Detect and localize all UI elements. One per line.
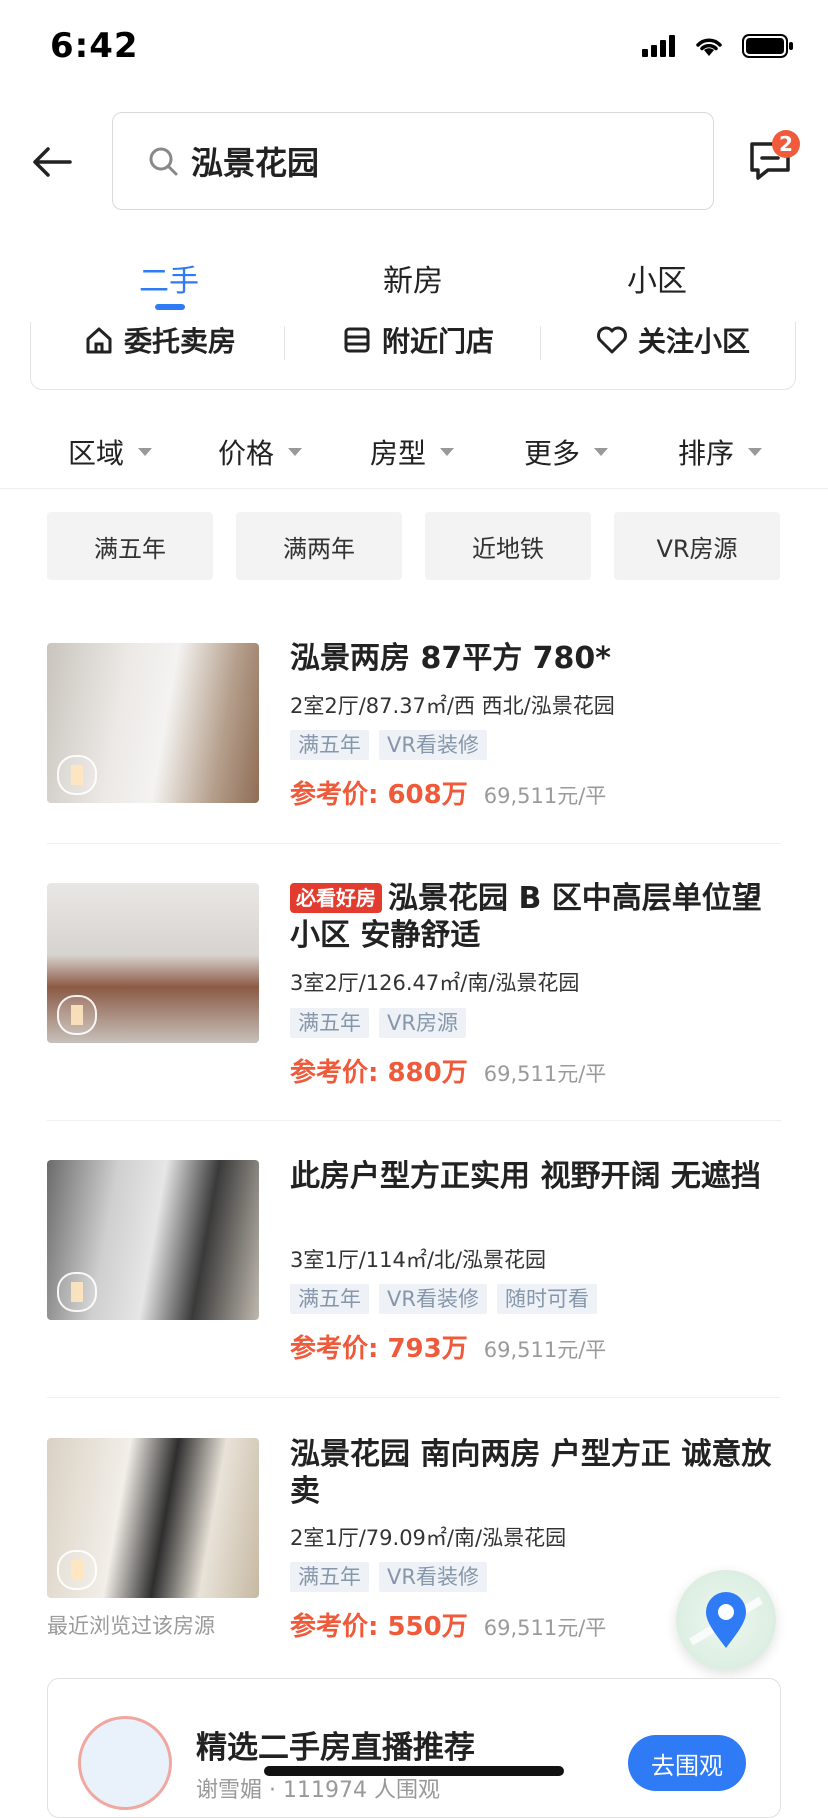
tag: 满五年 bbox=[290, 1284, 369, 1314]
tag: 满五年 bbox=[290, 730, 369, 760]
entrust-sell-button[interactable]: 委托卖房 bbox=[84, 322, 236, 358]
listing-price: 参考价: 550万 69,511元/平 bbox=[290, 1606, 606, 1643]
filter-sort[interactable]: 排序 bbox=[678, 432, 763, 472]
listing-photo[interactable] bbox=[47, 1438, 259, 1598]
chevron-down-icon bbox=[288, 448, 303, 456]
live-title: 精选二手房直播推荐 bbox=[196, 1730, 475, 1766]
price-value: 参考价: 608万 bbox=[290, 780, 468, 810]
listing-title[interactable]: 必看好房 泓景花园 B 区中高层单位望小区 安静舒适 bbox=[290, 880, 790, 954]
must-see-badge: 必看好房 bbox=[290, 883, 382, 913]
heart-icon bbox=[597, 326, 627, 354]
vr-icon bbox=[57, 995, 97, 1035]
tag: VR看装修 bbox=[379, 1284, 487, 1314]
listing-price: 参考价: 793万 69,511元/平 bbox=[290, 1328, 606, 1365]
tab-communities[interactable]: 小区 bbox=[612, 256, 702, 300]
divider bbox=[47, 1397, 781, 1398]
vr-icon bbox=[57, 1550, 97, 1590]
watch-live-button[interactable]: 去围观 bbox=[628, 1735, 746, 1791]
recently-viewed-note: 最近浏览过该房源 bbox=[47, 1614, 215, 1638]
search-input[interactable]: 泓景花园 bbox=[112, 112, 714, 210]
tag: VR看装修 bbox=[379, 1562, 487, 1592]
unit-price: 69,511元/平 bbox=[483, 1062, 607, 1086]
vr-icon bbox=[57, 1272, 97, 1312]
message-badge: 2 bbox=[772, 130, 800, 158]
store-icon bbox=[344, 327, 370, 353]
listing-spec: 2室2厅/87.37㎡/西 西北/泓景花园 bbox=[290, 694, 615, 718]
unit-price: 69,511元/平 bbox=[483, 784, 607, 808]
tab-new-homes[interactable]: 新房 bbox=[368, 256, 458, 300]
listing-photo[interactable] bbox=[47, 1160, 259, 1320]
nearby-stores-button[interactable]: 附近门店 bbox=[342, 322, 494, 358]
chip-two-years[interactable]: 满两年 bbox=[236, 512, 402, 580]
price-value: 参考价: 793万 bbox=[290, 1334, 468, 1364]
status-icons bbox=[642, 34, 794, 58]
follow-community-label: 关注小区 bbox=[638, 325, 751, 358]
divider bbox=[0, 488, 828, 489]
chevron-down-icon bbox=[594, 448, 609, 456]
filter-label: 更多 bbox=[524, 437, 581, 470]
chevron-down-icon bbox=[138, 448, 153, 456]
listing-photo[interactable] bbox=[47, 883, 259, 1043]
listing-title[interactable]: 泓景花园 南向两房 户型方正 诚意放卖 bbox=[290, 1436, 790, 1510]
filter-label: 价格 bbox=[218, 437, 275, 470]
search-query: 泓景花园 bbox=[191, 144, 320, 182]
tag: VR房源 bbox=[379, 1008, 466, 1038]
map-button[interactable] bbox=[676, 1570, 776, 1670]
search-icon bbox=[149, 147, 178, 176]
unit-price: 69,511元/平 bbox=[483, 1338, 607, 1362]
tab-second-hand[interactable]: 二手 bbox=[124, 256, 214, 300]
unit-price: 69,511元/平 bbox=[483, 1616, 607, 1640]
chip-near-subway[interactable]: 近地铁 bbox=[425, 512, 591, 580]
filter-more[interactable]: 更多 bbox=[524, 432, 609, 472]
follow-community-button[interactable]: 关注小区 bbox=[596, 322, 750, 358]
listing-spec: 3室2厅/126.47㎡/南/泓景花园 bbox=[290, 971, 580, 995]
vr-icon bbox=[57, 755, 97, 795]
listing-price: 参考价: 608万 69,511元/平 bbox=[290, 774, 606, 811]
chevron-down-icon bbox=[440, 448, 455, 456]
divider bbox=[540, 326, 541, 360]
avatar bbox=[78, 1716, 172, 1810]
entrust-sell-label: 委托卖房 bbox=[124, 325, 237, 358]
tag: 满五年 bbox=[290, 1008, 369, 1038]
filter-label: 房型 bbox=[370, 437, 427, 470]
home-indicator bbox=[264, 1766, 564, 1776]
battery-icon bbox=[742, 34, 793, 58]
filter-layout[interactable]: 房型 bbox=[370, 432, 455, 472]
back-arrow-icon[interactable] bbox=[30, 140, 74, 184]
listing-tags: 满五年 VR房源 bbox=[290, 1008, 466, 1038]
divider bbox=[47, 1120, 781, 1121]
tab-active-indicator bbox=[155, 304, 185, 310]
live-subtitle: 谢雪媚 · 111974 人围观 bbox=[196, 1778, 440, 1803]
tag: VR看装修 bbox=[379, 730, 487, 760]
price-value: 参考价: 550万 bbox=[290, 1612, 468, 1642]
signal-icon bbox=[642, 35, 675, 57]
filter-price[interactable]: 价格 bbox=[218, 432, 303, 472]
listing-title[interactable]: 泓景两房 87平方 780* bbox=[290, 640, 790, 677]
tag: 满五年 bbox=[290, 1562, 369, 1592]
chip-five-years[interactable]: 满五年 bbox=[47, 512, 213, 580]
listing-spec: 3室1厅/114㎡/北/泓景花园 bbox=[290, 1248, 547, 1272]
nearby-stores-label: 附近门店 bbox=[382, 325, 495, 358]
listing-tags: 满五年 VR看装修 bbox=[290, 730, 487, 760]
chevron-down-icon bbox=[748, 448, 763, 456]
filter-region[interactable]: 区域 bbox=[68, 432, 153, 472]
listing-tags: 满五年 VR看装修 bbox=[290, 1562, 487, 1592]
listing-price: 参考价: 880万 69,511元/平 bbox=[290, 1052, 606, 1089]
status-time: 6:42 bbox=[50, 26, 139, 66]
filter-label: 排序 bbox=[678, 437, 735, 470]
listing-photo[interactable] bbox=[47, 643, 259, 803]
divider bbox=[47, 843, 781, 844]
wifi-icon bbox=[696, 38, 722, 56]
listing-spec: 2室1厅/79.09㎡/南/泓景花园 bbox=[290, 1526, 567, 1550]
location-pin-icon bbox=[688, 1592, 764, 1648]
listing-title[interactable]: 此房户型方正实用 视野开阔 无遮挡 bbox=[290, 1158, 790, 1195]
chip-vr-listings[interactable]: VR房源 bbox=[614, 512, 780, 580]
divider bbox=[284, 326, 285, 360]
filter-label: 区域 bbox=[68, 437, 125, 470]
listing-tags: 满五年 VR看装修 随时可看 bbox=[290, 1284, 597, 1314]
home-icon bbox=[86, 327, 112, 354]
tag: 随时可看 bbox=[496, 1284, 597, 1314]
price-value: 参考价: 880万 bbox=[290, 1058, 468, 1088]
